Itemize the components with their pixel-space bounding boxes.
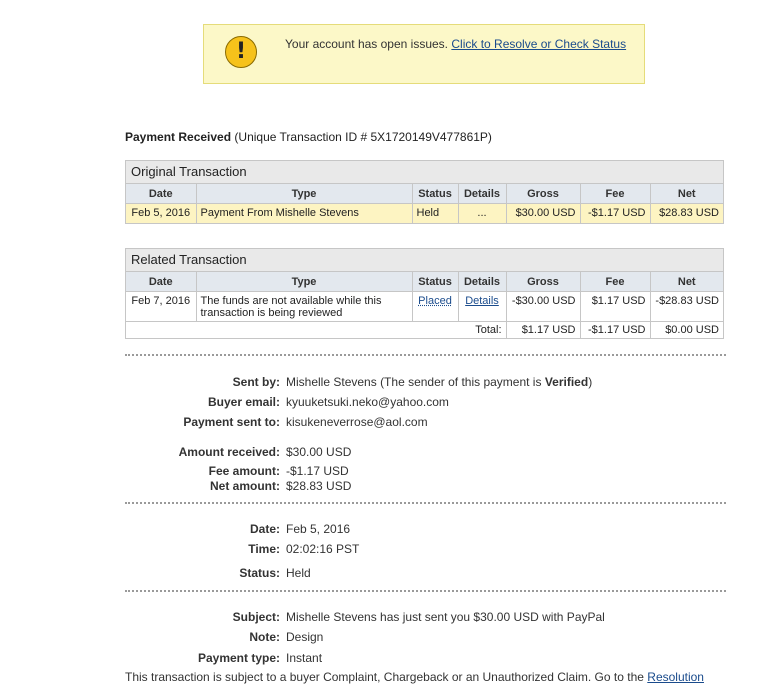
- table-row: Feb 7, 2016 The funds are not available …: [126, 291, 723, 322]
- col-type: Type: [196, 184, 413, 204]
- col-gross: Gross: [506, 272, 581, 292]
- exclamation-icon: !: [225, 36, 257, 68]
- sender-note-close: ): [588, 375, 593, 389]
- amount-received-label: Amount received:: [178, 445, 280, 459]
- status-label: Status:: [239, 566, 280, 580]
- alert-text: Your account has open issues.: [285, 37, 449, 51]
- payment-type-value: Instant: [286, 651, 323, 665]
- cell-fee: $1.17 USD: [580, 291, 651, 322]
- time-value: 02:02:16 PST: [286, 542, 360, 556]
- related-transaction-table: Related Transaction Date Type Status Det…: [125, 248, 724, 339]
- divider: [125, 354, 726, 356]
- divider: [125, 502, 726, 504]
- subject-value: Mishelle Stevens has just sent you $30.0…: [286, 610, 605, 624]
- fee-amount-value: -$1.17 USD: [286, 464, 349, 478]
- related-header-row: Date Type Status Details Gross Fee Net: [126, 272, 723, 292]
- date-value: Feb 5, 2016: [286, 522, 351, 536]
- cell-fee: -$1.17 USD: [580, 203, 651, 223]
- net-amount-value: $28.83 USD: [286, 479, 352, 493]
- time-label: Time:: [248, 542, 280, 556]
- total-row: Total: $1.17 USD -$1.17 USD $0.00 USD: [126, 321, 723, 338]
- related-transaction-title: Related Transaction: [126, 249, 723, 272]
- col-net: Net: [650, 184, 723, 204]
- account-issues-alert: ! Your account has open issues. Click to…: [203, 24, 645, 84]
- net-amount-label: Net amount:: [210, 479, 280, 493]
- note-label: Note:: [249, 630, 280, 644]
- resolve-status-link[interactable]: Click to Resolve or Check Status: [451, 37, 626, 51]
- col-fee: Fee: [580, 272, 651, 292]
- fee-amount-label: Fee amount:: [208, 464, 280, 478]
- cell-net: $28.83 USD: [650, 203, 723, 223]
- amount-received-value: $30.00 USD: [286, 445, 352, 459]
- payment-sent-to-value: kisukeneverrose@aol.com: [286, 415, 428, 429]
- cell-details: ...: [458, 203, 507, 223]
- total-label: Total:: [126, 321, 507, 338]
- subject-label: Subject:: [232, 610, 280, 624]
- table-row: Feb 5, 2016 Payment From Mishelle Steven…: [126, 203, 723, 223]
- transaction-id: (Unique Transaction ID # 5X1720149V47786…: [234, 130, 492, 144]
- date-label: Date:: [249, 522, 280, 536]
- sender-name: Mishelle Stevens: [286, 375, 377, 389]
- alert-message: Your account has open issues. Click to R…: [285, 37, 626, 51]
- cell-type: The funds are not available while this t…: [196, 291, 413, 322]
- col-gross: Gross: [506, 184, 581, 204]
- cell-net: -$28.83 USD: [655, 295, 719, 307]
- payment-type-label: Payment type:: [197, 651, 280, 665]
- note-value: Design: [286, 630, 324, 644]
- col-type: Type: [196, 272, 413, 292]
- buyer-email-value: kyuuketsuki.neko@yahoo.com: [286, 395, 449, 409]
- cell-date: Feb 5, 2016: [126, 203, 197, 223]
- verified-badge: Verified: [544, 375, 589, 389]
- col-net: Net: [650, 272, 723, 292]
- col-status: Status: [412, 184, 459, 204]
- divider: [125, 590, 726, 592]
- sender-note: (The sender of this payment is: [380, 375, 542, 389]
- sent-by-value: Mishelle Stevens (The sender of this pay…: [286, 375, 592, 389]
- col-details: Details: [458, 184, 507, 204]
- original-transaction-table: Original Transaction Date Type Status De…: [125, 160, 724, 224]
- payment-heading: Payment Received (Unique Transaction ID …: [125, 130, 492, 144]
- sent-by-label: Sent by:: [232, 375, 280, 389]
- col-fee: Fee: [580, 184, 651, 204]
- cell-gross: -$30.00 USD: [506, 291, 581, 322]
- details-link[interactable]: Details: [465, 295, 499, 307]
- cell-type: Payment From Mishelle Stevens: [196, 203, 413, 223]
- cell-date: Feb 7, 2016: [126, 291, 197, 322]
- total-gross: $1.17 USD: [506, 321, 581, 338]
- cell-gross: $30.00 USD: [506, 203, 581, 223]
- total-net: $0.00 USD: [650, 321, 723, 338]
- buyer-email-label: Buyer email:: [207, 395, 280, 409]
- payment-received-title: Payment Received: [125, 130, 232, 144]
- col-status: Status: [412, 272, 459, 292]
- original-transaction-title: Original Transaction: [126, 161, 723, 184]
- status-value: Held: [286, 566, 311, 580]
- placed-status-link[interactable]: Placed: [418, 295, 452, 307]
- payment-sent-to-label: Payment sent to:: [183, 415, 280, 429]
- col-date: Date: [126, 272, 197, 292]
- col-date: Date: [126, 184, 197, 204]
- total-fee: -$1.17 USD: [580, 321, 651, 338]
- cell-status: Held: [412, 203, 459, 223]
- original-header-row: Date Type Status Details Gross Fee Net: [126, 184, 723, 204]
- col-details: Details: [458, 272, 507, 292]
